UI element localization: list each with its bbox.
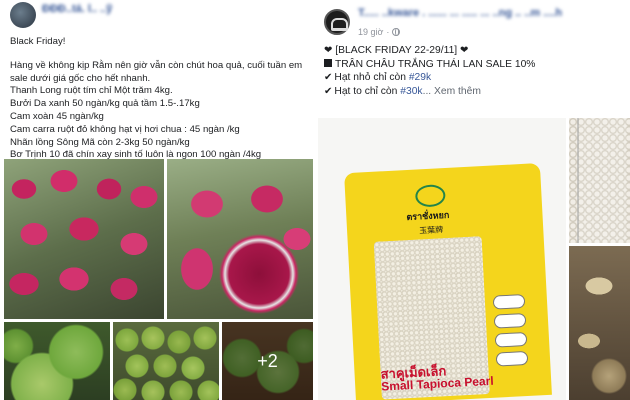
post-text: Black Friday! Hàng về không kịp Rằm nên … xyxy=(10,36,310,162)
post-line: Cam carra ruột đỏ không hạt vị hơi chua … xyxy=(10,123,240,135)
photo-pomelo[interactable] xyxy=(4,322,110,400)
photo-dragon-fruit-cut[interactable] xyxy=(167,159,313,319)
headline-line: ❤ [BLACK FRIDAY 22-29/11] ❤ xyxy=(324,44,624,58)
author-avatar[interactable] xyxy=(10,2,36,28)
photo-tapioca-dessert[interactable] xyxy=(569,246,630,400)
certification-badges xyxy=(492,294,529,367)
price-line-large: ✔ Hạt to chỉ còn #30k... Xem thêm xyxy=(324,85,481,97)
black-heart-icon: ❤ xyxy=(324,45,333,56)
check-icon: ✔ xyxy=(324,85,333,97)
post-line: Nhãn lồng Sông Mã còn 2-3kg 50 ngàn/kg xyxy=(10,136,190,148)
post-time[interactable]: 19 giờ xyxy=(358,27,383,37)
headline: [BLACK FRIDAY 22-29/11] xyxy=(335,45,458,56)
cert-badge-icon xyxy=(495,350,529,367)
hashtag-price-small[interactable]: #29k xyxy=(409,72,431,83)
page-avatar[interactable] xyxy=(324,9,350,35)
black-heart-icon: ❤ xyxy=(460,45,469,56)
bag-chinese-name: 玉葉牌 xyxy=(418,225,444,236)
author-name[interactable]: ĐĐĐ..tá. l.. ..ỹ xyxy=(42,3,112,15)
price-line-small: ✔ Hạt nhỏ chỉ còn #29k xyxy=(324,72,432,84)
page-name[interactable]: T..... ..kware . ...... ... ..... ... ..… xyxy=(358,7,562,19)
post-line: Thanh Long ruột tím chỉ Một trăm 4kg. xyxy=(10,85,173,97)
photo-tapioca-bag[interactable]: ตราชั่งหยก 玉葉牌 สาคูเม็ดเล็ก Small Tapioc… xyxy=(318,118,566,400)
cert-badge-icon xyxy=(492,294,526,310)
product-title: TRÂN CHÂU TRẮNG THÁI LAN SALE 10% xyxy=(335,58,536,70)
photo-dragon-fruit[interactable] xyxy=(4,159,164,319)
photo-oranges[interactable] xyxy=(113,322,219,400)
product-line: TRÂN CHÂU TRẮNG THÁI LAN SALE 10% xyxy=(324,58,624,72)
black-square-icon xyxy=(324,58,332,67)
right-post: T..... ..kware . ...... ... ..... ... ..… xyxy=(316,0,630,400)
bag-brand: ตราชั่งหยก xyxy=(406,209,450,223)
cert-badge-icon xyxy=(494,331,528,348)
cert-badge-icon xyxy=(493,312,527,329)
see-more-link[interactable]: ... Xem thêm xyxy=(423,86,481,97)
post-line: Cam xoàn 45 ngàn/kg xyxy=(10,110,104,122)
post-line: Hàng về không kịp Rằm nên giờ vẫn còn ch… xyxy=(10,59,303,84)
photo-tapioca-jar[interactable] xyxy=(569,118,630,243)
post-line: Bưởi Da xanh 50 ngàn/kg quả tầm 1.5-.17k… xyxy=(10,98,200,110)
globe-icon xyxy=(392,28,401,36)
check-icon: ✔ xyxy=(324,72,333,84)
left-post: ĐĐĐ..tá. l.. ..ỹ Black Friday! Hàng về k… xyxy=(0,0,316,400)
post-text: ❤ [BLACK FRIDAY 22-29/11] ❤ TRÂN CHÂU TR… xyxy=(324,44,624,98)
post-meta: 19 giờ · xyxy=(358,27,401,37)
photo-more[interactable]: +2 xyxy=(222,322,313,400)
post-line: Black Friday! xyxy=(10,36,66,47)
more-photos-count[interactable]: +2 xyxy=(222,322,313,400)
hashtag-price-large[interactable]: #30k xyxy=(400,86,422,97)
tapioca-bag: ตราชั่งหยก 玉葉牌 สาคูเม็ดเล็ก Small Tapioc… xyxy=(344,163,552,400)
brand-logo-icon xyxy=(414,184,446,208)
